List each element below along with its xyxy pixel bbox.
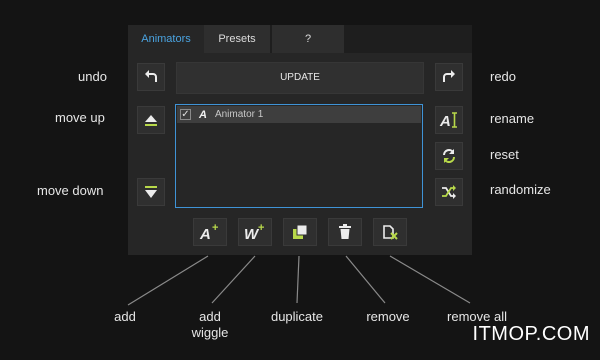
watermark: ITMOP.COM <box>472 323 590 345</box>
label-add-wiggle-line2: wiggle <box>191 325 229 340</box>
label-remove: remove <box>366 309 410 324</box>
label-duplicate: duplicate <box>270 309 324 324</box>
label-add-wiggle: add wiggle <box>185 309 235 341</box>
label-add-wiggle-line1: add <box>199 309 221 324</box>
callout-lines <box>127 255 471 306</box>
label-add: add <box>114 309 136 324</box>
